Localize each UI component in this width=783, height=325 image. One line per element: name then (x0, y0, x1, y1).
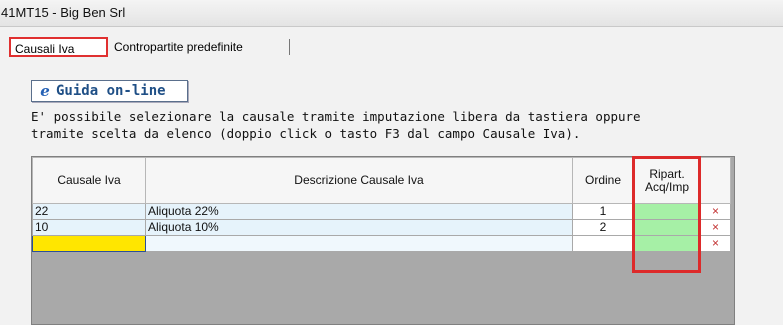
guida-online-label: Guida on-line (56, 83, 166, 99)
tab-strip: Causali Iva Contropartite predefinite (0, 27, 783, 63)
ordine-cell-new[interactable] (572, 235, 634, 252)
causale-cell-new[interactable] (32, 235, 146, 252)
column-header-causale-iva[interactable]: Causale Iva (32, 157, 146, 204)
descrizione-cell[interactable]: Aliquota 22% (145, 203, 573, 220)
ripart-cell[interactable] (633, 203, 701, 220)
info-text-line: E' possibile selezionare la causale tram… (31, 109, 641, 124)
column-header-ripart-acq-imp[interactable]: Ripart. Acq/Imp (633, 157, 701, 204)
table-row: 10 Aliquota 10% 2 × (32, 219, 731, 236)
ie-icon: e (40, 82, 50, 100)
guida-online-button[interactable]: e Guida on-line (31, 80, 188, 102)
table-row: 22 Aliquota 22% 1 × (32, 203, 731, 220)
table-row-new: × (32, 235, 731, 252)
ordine-cell[interactable]: 2 (572, 219, 634, 236)
window-title: 41MT15 - Big Ben Srl (1, 5, 126, 20)
grid-header-row: Causale Iva Descrizione Causale Iva Ordi… (32, 157, 731, 204)
ripart-cell[interactable] (633, 219, 701, 236)
causali-iva-panel: e Guida on-line E' possibile selezionare… (0, 63, 783, 325)
descrizione-cell-new[interactable] (145, 235, 573, 252)
column-header-ordine[interactable]: Ordine (572, 157, 634, 204)
tab-causali-iva[interactable]: Causali Iva (9, 37, 108, 57)
delete-row-icon[interactable]: × (700, 203, 731, 220)
window-titlebar: 41MT15 - Big Ben Srl (0, 0, 783, 27)
ripart-header-line2: Acq/Imp (644, 179, 689, 194)
delete-row-icon[interactable]: × (700, 219, 731, 236)
column-header-descrizione[interactable]: Descrizione Causale Iva (145, 157, 573, 204)
tab-contropartite-predefinite[interactable]: Contropartite predefinite (110, 37, 290, 57)
ripart-header-line1: Ripart. (649, 166, 685, 181)
causale-cell[interactable]: 22 (32, 203, 146, 220)
column-header-delete (700, 157, 731, 204)
ripart-cell-new[interactable] (633, 235, 701, 252)
causali-grid: Causale Iva Descrizione Causale Iva Ordi… (31, 156, 735, 325)
descrizione-cell[interactable]: Aliquota 10% (145, 219, 573, 236)
delete-row-icon[interactable]: × (700, 235, 731, 252)
ordine-cell[interactable]: 1 (572, 203, 634, 220)
causale-cell[interactable]: 10 (32, 219, 146, 236)
info-text-line: tramite scelta da elenco (doppio click o… (31, 126, 581, 141)
causali-table: Causale Iva Descrizione Causale Iva Ordi… (32, 157, 731, 252)
info-text: E' possibile selezionare la causale tram… (31, 108, 751, 142)
